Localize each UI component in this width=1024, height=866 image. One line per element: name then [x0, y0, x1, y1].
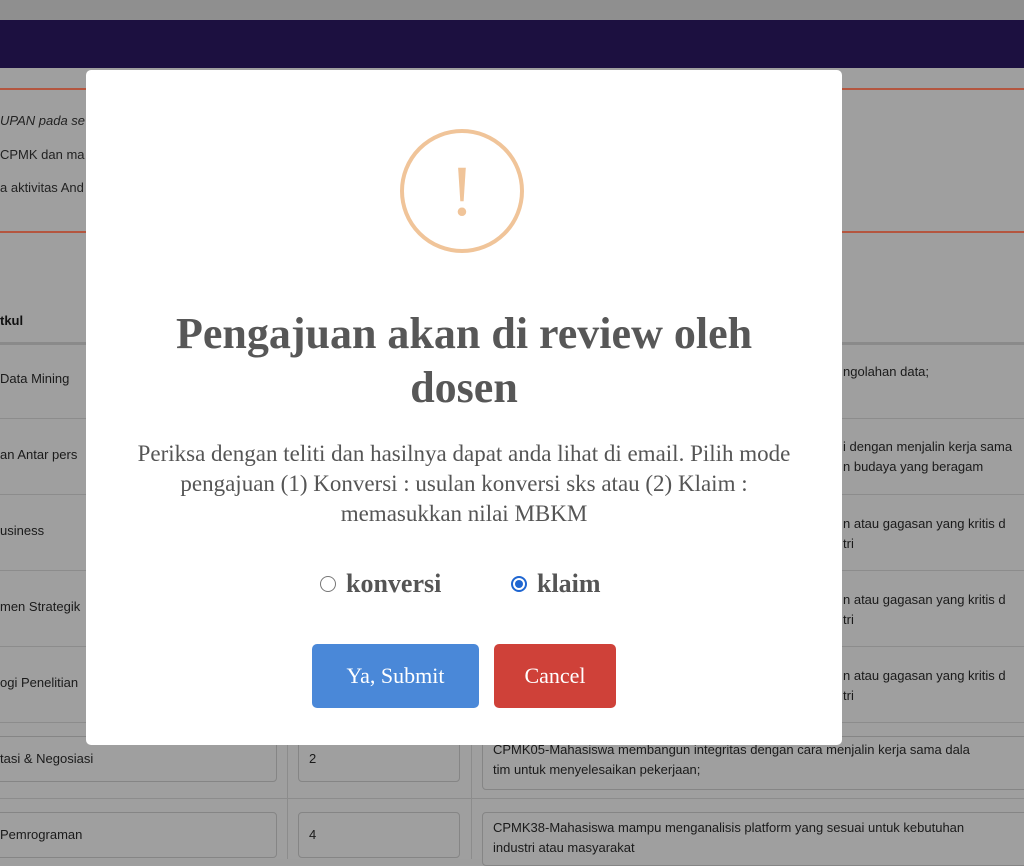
browser-top-strip	[0, 0, 1024, 20]
info-note: a aktivitas And	[0, 180, 84, 195]
submit-button[interactable]: Ya, Submit	[312, 644, 479, 708]
table-row-course: Data Mining	[0, 371, 70, 386]
dialog-text: Periksa dengan teliti dan hasilnya dapat…	[137, 441, 791, 526]
table-header-course: tkul	[0, 313, 24, 328]
table-row-course: usiness	[0, 523, 45, 538]
row-divider	[0, 798, 1024, 799]
table-row-description: n budaya yang beragam	[843, 459, 984, 474]
table-row-description: tri	[843, 612, 854, 627]
cancel-button[interactable]: Cancel	[494, 644, 616, 708]
radio-button-konversi[interactable]	[320, 576, 336, 592]
table-row-description: tri	[843, 536, 854, 551]
dialog-title: Pengajuan akan di review oleh dosen	[175, 309, 753, 412]
table-row-description: n atau gagasan yang kritis d	[843, 592, 1006, 607]
table-row-description: n atau gagasan yang kritis d	[843, 668, 1006, 683]
table-row-course: ogi Penelitian	[0, 675, 79, 690]
table-row-course: Pemrograman	[0, 827, 83, 842]
info-note: UPAN pada se	[0, 113, 86, 128]
confirmation-dialog: ! Pengajuan akan di review oleh dosen Pe…	[86, 70, 842, 745]
radio-label: konversi	[346, 569, 442, 598]
radio-button-klaim[interactable]	[511, 576, 527, 592]
table-row-description: tri	[843, 688, 854, 703]
table-row-sks: 4	[309, 827, 317, 842]
exclamation-icon: !	[400, 129, 524, 253]
table-row-description: n atau gagasan yang kritis d	[843, 516, 1006, 531]
top-navbar	[0, 20, 1024, 68]
sks-input[interactable]	[298, 812, 460, 858]
table-row-sks: 2	[309, 751, 317, 766]
table-row-description: industri atau masyarakat	[493, 840, 635, 855]
table-row-course: an Antar pers	[0, 447, 78, 462]
table-row-description: tim untuk menyelesaikan pekerjaan;	[493, 762, 701, 777]
info-note: CPMK dan ma	[0, 147, 85, 162]
radio-label: klaim	[537, 569, 601, 598]
table-row-description: ngolahan data;	[843, 364, 930, 379]
exclamation-glyph: !	[450, 151, 474, 231]
table-row-course: men Strategik	[0, 599, 81, 614]
table-row-course: tasi & Negosiasi	[0, 751, 94, 766]
table-row-description: i dengan menjalin kerja sama	[843, 439, 1013, 454]
table-row-description: CPMK38-Mahasiswa mampu menganalisis plat…	[493, 820, 965, 835]
radio-konversi[interactable]: konversi	[320, 569, 441, 599]
radio-klaim[interactable]: klaim	[511, 569, 601, 599]
